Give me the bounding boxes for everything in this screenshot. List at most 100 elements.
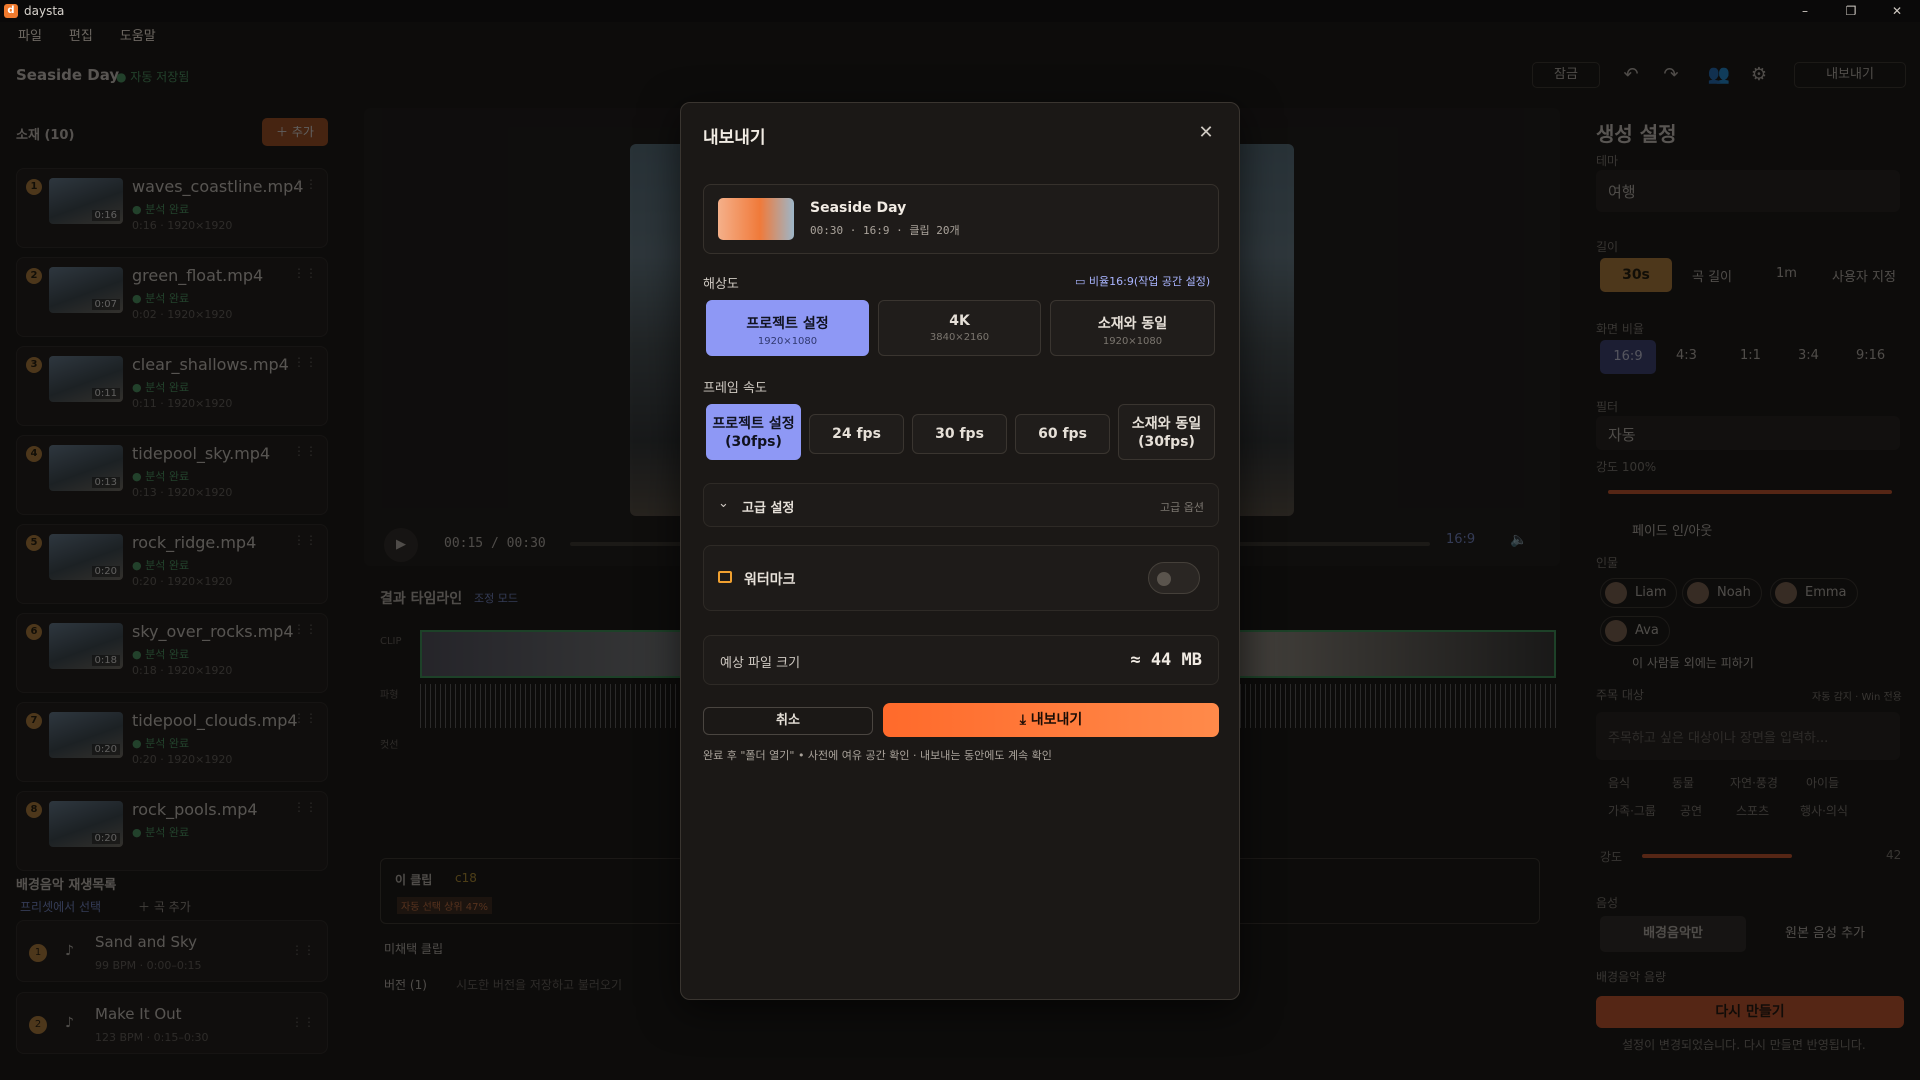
watermark-row: 워터마크 <box>703 545 1219 611</box>
clip-item[interactable]: 2 0:07 green_float.mp4 ● 분석 완료 0:02 · 1920×1… <box>16 257 328 337</box>
person-chip[interactable]: Noah <box>1682 578 1762 608</box>
drag-handle-icon[interactable]: ⋮⋮ <box>293 355 317 369</box>
tag[interactable]: 행사·의식 <box>1800 802 1848 819</box>
regenerate-button[interactable]: 다시 만들기 <box>1596 996 1904 1028</box>
fps-option-source[interactable]: 소재와 동일 (30fps) <box>1118 404 1215 460</box>
tag[interactable]: 스포츠 <box>1736 802 1769 819</box>
people-icon[interactable]: 👥 <box>1706 62 1732 88</box>
ratio-option[interactable]: 3:4 <box>1798 348 1819 363</box>
drag-handle-icon[interactable]: ⋮⋮ <box>291 1015 315 1029</box>
clip-item[interactable]: 5 0:20 rock_ridge.mp4 ● 분석 완료 0:20 · 1920×19… <box>16 524 328 604</box>
versions-toggle[interactable]: 버전 (1) <box>384 976 427 993</box>
clip-item[interactable]: 4 0:13 tidepool_sky.mp4 ● 분석 완료 0:13 · 1920×… <box>16 435 328 515</box>
resolution-option-source[interactable]: 소재와 동일 1920×1080 <box>1050 300 1215 356</box>
gear-icon[interactable]: ⚙ <box>1746 62 1772 88</box>
fps-option-30[interactable]: 30 fps <box>912 414 1007 454</box>
tag[interactable]: 아이들 <box>1806 774 1839 791</box>
ratio-option[interactable]: 9:16 <box>1856 348 1885 363</box>
clip-status: ● 분석 완료 <box>132 559 190 572</box>
drag-handle-icon[interactable]: ⋮⋮ <box>293 711 317 725</box>
this-clip-label[interactable]: 이 클립 <box>395 871 432 888</box>
timeline-mode[interactable]: 조정 모드 <box>474 590 518 606</box>
clip-item[interactable]: 8 0:20 rock_pools.mp4 ● 분석 완료 ⋮⋮ <box>16 791 328 871</box>
drag-handle-icon[interactable]: ⋮⋮ <box>293 533 317 547</box>
theme-select[interactable]: 여행 <box>1596 170 1900 212</box>
ratio-badge[interactable]: 16:9 <box>1446 532 1475 547</box>
fps-option-60[interactable]: 60 fps <box>1015 414 1110 454</box>
drag-handle-icon[interactable]: ⋮⋮ <box>293 444 317 458</box>
clip-thumbnail: 0:20 <box>49 801 123 847</box>
header-export-button[interactable]: 내보내기 <box>1794 62 1906 88</box>
tag[interactable]: 음식 <box>1608 774 1630 791</box>
audio-option[interactable]: 원본 음성 추가 <box>1752 916 1898 952</box>
generation-settings-panel: 생성 설정 테마 여행 길이 30s 곡 길이 1m 사용자 지정 화면 비율 … <box>1580 108 1920 1080</box>
export-footnote: 완료 후 "폴더 열기" • 사전에 여유 공간 확인 · 내보내는 동안에도 … <box>703 749 1052 762</box>
redo-icon[interactable]: ↷ <box>1658 62 1684 88</box>
minimize-button[interactable]: – <box>1782 0 1828 22</box>
add-clip-button[interactable]: ＋ 추가 <box>262 118 328 146</box>
clip-item[interactable]: 6 0:18 sky_over_rocks.mp4 ● 분석 완료 0:18 · 192… <box>16 613 328 693</box>
avoid-checkbox[interactable]: 이 사람들 외에는 피하기 <box>1632 654 1754 671</box>
tag[interactable]: 자연·풍경 <box>1730 774 1778 791</box>
clip-filename: rock_ridge.mp4 <box>132 533 257 552</box>
fps-option-project[interactable]: 프로젝트 설정 (30fps) <box>706 404 801 460</box>
ratio-option[interactable]: 16:9 <box>1600 340 1656 374</box>
length-option[interactable]: 곡 길이 <box>1692 266 1732 285</box>
ratio-option[interactable]: 4:3 <box>1676 348 1697 363</box>
cancel-button[interactable]: 취소 <box>703 707 873 735</box>
clip-item[interactable]: 1 0:16 waves_coastline.mp4 ● 분석 완료 0:16 · 19… <box>16 168 328 248</box>
drag-handle-icon[interactable]: ⋮⋮ <box>293 177 317 191</box>
length-option[interactable]: 30s <box>1600 258 1672 292</box>
length-label: 길이 <box>1596 240 1619 254</box>
song-item[interactable]: 1 ♪ Sand and Sky 99 BPM · 0:00–0:15 ⋮⋮ <box>16 920 328 982</box>
export-label: 내보내기 <box>1030 712 1083 728</box>
fade-checkbox[interactable]: 페이드 인/아웃 <box>1632 520 1712 539</box>
undo-icon[interactable]: ↶ <box>1618 62 1644 88</box>
menu-help[interactable]: 도움말 <box>102 22 165 48</box>
music-preset-link[interactable]: 프리셋에서 선택 <box>20 898 101 915</box>
resolution-option-4k[interactable]: 4K 3840×2160 <box>878 300 1041 356</box>
tag[interactable]: 동물 <box>1672 774 1694 791</box>
drag-handle-icon[interactable]: ⋮⋮ <box>293 266 317 280</box>
menu-edit[interactable]: 편집 <box>51 22 102 48</box>
focus-input[interactable]: 주목하고 싶은 대상이나 장면을 입력하... <box>1596 712 1900 760</box>
song-item[interactable]: 2 ♪ Make It Out 123 BPM · 0:15–0:30 ⋮⋮ <box>16 992 328 1054</box>
unused-clips[interactable]: 미채택 클립 <box>384 940 443 957</box>
intensity-slider[interactable] <box>1642 854 1792 858</box>
close-icon[interactable]: ✕ <box>1194 121 1218 145</box>
menu-file[interactable]: 파일 <box>0 22 51 48</box>
ratio-hint[interactable]: ▭ 비율16:9(작업 공간 설정) <box>1075 273 1210 289</box>
drag-handle-icon[interactable]: ⋮⋮ <box>293 800 317 814</box>
audio-option[interactable]: 배경음악만 <box>1600 916 1746 952</box>
ratio-option[interactable]: 1:1 <box>1740 348 1761 363</box>
export-button[interactable]: ⤓ 내보내기 <box>883 703 1219 737</box>
tag[interactable]: 가족·그룹 <box>1608 802 1656 819</box>
close-window-button[interactable]: ✕ <box>1874 0 1920 22</box>
advanced-settings-toggle[interactable]: ⌄ 고급 설정 고급 옵션 <box>703 483 1219 527</box>
add-song-button[interactable]: ＋ 곡 추가 <box>138 898 191 915</box>
fps-option-24[interactable]: 24 fps <box>809 414 904 454</box>
drag-handle-icon[interactable]: ⋮⋮ <box>293 622 317 636</box>
strength-slider[interactable] <box>1608 490 1892 494</box>
length-option[interactable]: 사용자 지정 <box>1832 266 1896 285</box>
song-title: Sand and Sky <box>95 933 198 951</box>
person-chip[interactable]: Ava <box>1600 616 1670 646</box>
lock-button[interactable]: 잠금 <box>1532 62 1600 88</box>
person-chip[interactable]: Emma <box>1770 578 1858 608</box>
maximize-button[interactable]: ❐ <box>1828 0 1874 22</box>
drag-handle-icon[interactable]: ⋮⋮ <box>291 943 315 957</box>
person-chip[interactable]: Liam <box>1600 578 1678 608</box>
timeline-title: 결과 타임라인 <box>380 591 463 607</box>
play-icon[interactable]: ▶ <box>384 528 418 562</box>
clip-number: 4 <box>26 446 42 462</box>
tag[interactable]: 공연 <box>1680 802 1702 819</box>
resolution-option-project[interactable]: 프로젝트 설정 1920×1080 <box>706 300 869 356</box>
option-sub: 3840×2160 <box>929 332 990 343</box>
clip-item[interactable]: 3 0:11 clear_shallows.mp4 ● 분석 완료 0:11 · 192… <box>16 346 328 426</box>
length-option[interactable]: 1m <box>1776 266 1797 281</box>
clip-item[interactable]: 7 0:20 tidepool_clouds.mp4 ● 분석 완료 0:20 · 19… <box>16 702 328 782</box>
auto-badge: 자동 선택 상위 47% <box>397 897 492 914</box>
volume-icon[interactable]: 🔈 <box>1510 532 1527 548</box>
filter-select[interactable]: 자동 <box>1596 416 1900 450</box>
watermark-toggle[interactable] <box>1148 562 1200 594</box>
